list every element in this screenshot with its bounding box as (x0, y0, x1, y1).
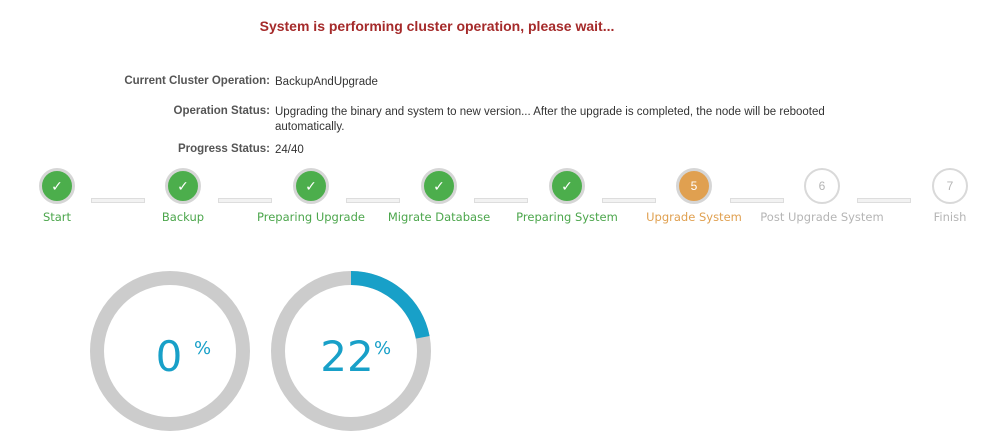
info-value: BackupAndUpgrade (275, 76, 378, 88)
check-icon: ✓ (39, 168, 75, 204)
info-label: Current Cluster Operation: (124, 75, 270, 87)
info-label: Operation Status: (173, 105, 270, 117)
progress-gauge-overall: 0 % (90, 270, 260, 444)
step-migrate-database: ✓ Migrate Database (374, 168, 504, 224)
step-label: Upgrade System (646, 210, 742, 224)
step-label: Preparing System (516, 210, 618, 224)
check-icon: ✓ (293, 168, 329, 204)
check-icon: ✓ (165, 168, 201, 204)
progress-gauge-step: 22 % (270, 270, 440, 444)
step-label: Migrate Database (387, 210, 491, 224)
check-icon: ✓ (421, 168, 457, 204)
step-number: 7 (932, 168, 968, 204)
step-post-upgrade-system: 6 Post Upgrade System (757, 168, 887, 224)
gauge-value: 0 (155, 332, 183, 381)
info-value: Upgrading the binary and system to new v… (275, 106, 825, 133)
step-label: Finish (933, 210, 967, 224)
step-label: Start (42, 210, 72, 224)
step-label: Preparing Upgrade (257, 210, 365, 224)
gauge-unit: % (194, 338, 212, 359)
step-number: 5 (676, 168, 712, 204)
step-finish: 7 Finish (885, 168, 987, 224)
gauge-value: 22 (320, 332, 374, 381)
step-number: 6 (804, 168, 840, 204)
info-label: Progress Status: (177, 143, 270, 155)
step-start: ✓ Start (0, 168, 122, 224)
gauge-unit: % (374, 338, 392, 359)
status-banner: System is performing cluster operation, … (259, 18, 615, 34)
step-preparing-upgrade: ✓ Preparing Upgrade (246, 168, 376, 224)
progress-steps: ✓ Start ✓ Backup ✓ Preparing Upgrade ✓ M… (0, 168, 987, 228)
step-label: Post Upgrade System (760, 210, 884, 224)
step-preparing-system: ✓ Preparing System (502, 168, 632, 224)
step-label: Backup (161, 210, 205, 224)
check-icon: ✓ (549, 168, 585, 204)
step-upgrade-system: 5 Upgrade System (629, 168, 759, 224)
info-value: 24/40 (275, 144, 304, 156)
gauge-fill (350, 271, 430, 339)
step-backup: ✓ Backup (118, 168, 248, 224)
